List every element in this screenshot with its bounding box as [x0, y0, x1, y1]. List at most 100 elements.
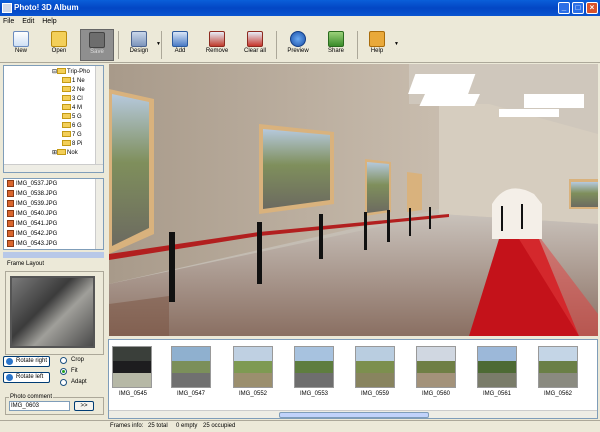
add-button[interactable]: Add — [163, 29, 197, 61]
tree-item[interactable]: ⊞ Nok — [52, 149, 78, 158]
image-file-icon — [7, 209, 14, 217]
toolbar-separator — [276, 31, 277, 59]
thumbnail-label: IMG_0559 — [360, 391, 390, 397]
folder-tree[interactable]: ⊟ Trip-Pho 1 Ne 2 Ne 3 Cl 4 M 5 G 6 G 7 G… — [3, 65, 104, 173]
folder-icon — [62, 104, 71, 111]
menu-edit[interactable]: Edit — [22, 18, 34, 25]
preview-button[interactable]: Preview — [281, 29, 315, 61]
folder-icon — [62, 113, 71, 120]
fit-radio[interactable]: Fit — [60, 367, 78, 376]
thumbnail[interactable] — [538, 346, 578, 388]
frames-info-label: Frames info: — [110, 423, 144, 429]
file-item[interactable]: IMG_0542.JPG — [4, 229, 103, 239]
minimize-button[interactable]: _ — [558, 2, 570, 14]
file-item[interactable]: IMG_0539.JPG — [4, 199, 103, 209]
tree-item[interactable]: 5 G — [62, 113, 82, 122]
toolbar-separator — [357, 31, 358, 59]
thumbnail-image — [539, 347, 577, 387]
menu-help[interactable]: Help — [42, 18, 56, 25]
image-file-icon — [7, 189, 14, 197]
folder-icon — [62, 140, 71, 147]
file-item[interactable]: IMG_0541.JPG — [4, 219, 103, 229]
remove-button[interactable]: Remove — [200, 29, 234, 61]
share-button[interactable]: Share — [319, 29, 353, 61]
app-icon — [2, 3, 12, 13]
save-button[interactable]: Save — [80, 29, 114, 61]
splitter-bar[interactable] — [3, 252, 104, 258]
tree-horizontal-scrollbar[interactable] — [4, 164, 103, 172]
folder-icon — [57, 68, 67, 75]
file-list[interactable]: IMG_0537.JPG IMG_0538.JPG IMG_0539.JPG I… — [3, 178, 104, 250]
file-item[interactable]: IMG_0543.JPG — [4, 239, 103, 249]
file-item[interactable]: IMG_0538.JPG — [4, 189, 103, 199]
frames-total: 25 total — [148, 423, 168, 429]
title-bar: Photo! 3D Album _ □ × — [0, 0, 600, 16]
thumbnail-label: IMG_0553 — [299, 391, 329, 397]
crop-radio[interactable]: Crop — [60, 356, 84, 365]
thumbnail[interactable] — [477, 346, 517, 388]
help-button[interactable]: Help — [360, 29, 394, 61]
thumbnail-image — [172, 347, 210, 387]
new-button[interactable]: New — [4, 29, 38, 61]
design-button[interactable]: Design — [122, 29, 156, 61]
folder-icon — [62, 131, 71, 138]
close-button[interactable]: × — [586, 2, 598, 14]
thumbnail-image — [417, 347, 455, 387]
tree-root[interactable]: ⊟ Trip-Pho — [52, 68, 90, 77]
scrollbar-thumb[interactable] — [279, 412, 429, 418]
apply-comment-button[interactable]: >> — [74, 401, 94, 411]
open-button[interactable]: Open — [42, 29, 76, 61]
thumbnail-strip[interactable]: IMG_0545 IMG_0547 IMG_0552 IMG_0553 IMG_… — [108, 339, 598, 419]
rotate-right-icon — [6, 358, 13, 365]
image-file-icon — [7, 179, 14, 187]
window-title: Photo! 3D Album — [14, 3, 79, 12]
clear-all-button[interactable]: Clear all — [238, 29, 272, 61]
rotate-left-button[interactable]: Rotate left — [3, 372, 50, 383]
maximize-button[interactable]: □ — [572, 2, 584, 14]
help-dropdown-arrow-icon[interactable]: ▼ — [394, 41, 399, 47]
gallery-scene — [109, 64, 598, 336]
file-item[interactable]: IMG_0540.JPG — [4, 209, 103, 219]
folder-icon — [62, 95, 71, 102]
thumbnail[interactable] — [233, 346, 273, 388]
file-item[interactable]: IMG_0537.JPG — [4, 179, 103, 189]
toolbar-separator — [161, 31, 162, 59]
share-package-icon — [328, 31, 344, 47]
clear-all-icon — [247, 31, 263, 47]
menu-file[interactable]: File — [3, 18, 14, 25]
thumbnail-image — [295, 347, 333, 387]
toolbar: New Open Save Design ▼ Add Remove Clear … — [0, 27, 600, 63]
thumbnail[interactable] — [355, 346, 395, 388]
remove-photo-icon — [209, 31, 225, 47]
help-book-icon — [369, 31, 385, 47]
frames-empty: 0 empty — [176, 423, 198, 429]
image-file-icon — [7, 229, 14, 237]
new-document-icon — [13, 31, 29, 47]
folder-icon — [62, 86, 71, 93]
thumbnail-label: IMG_0561 — [482, 391, 512, 397]
add-photo-icon — [172, 31, 188, 47]
tree-vertical-scrollbar[interactable] — [95, 66, 103, 172]
tree-item[interactable]: 1 Ne — [62, 77, 85, 86]
thumbnail[interactable] — [171, 346, 211, 388]
thumbnail[interactable] — [112, 346, 152, 388]
photo-comment-input[interactable]: IMG_0603 — [9, 401, 70, 411]
tree-item[interactable]: 4 M — [62, 104, 82, 113]
thumbnail[interactable] — [294, 346, 334, 388]
tree-item[interactable]: 7 G — [62, 131, 82, 140]
thumbnail-scrollbar[interactable] — [109, 410, 597, 418]
image-file-icon — [7, 219, 14, 227]
thumbnail-label: IMG_0562 — [543, 391, 573, 397]
play-preview-icon — [290, 31, 306, 47]
rotate-right-button[interactable]: Rotate right — [3, 356, 50, 367]
file-list-scrollbar[interactable] — [95, 179, 103, 249]
thumbnail[interactable] — [416, 346, 456, 388]
tree-item[interactable]: 3 Cl — [62, 95, 83, 104]
tree-item[interactable]: 6 G — [62, 122, 82, 131]
gallery-3d-view[interactable] — [109, 64, 598, 336]
thumbnail-label: IMG_0552 — [238, 391, 268, 397]
tree-item[interactable]: 8 Pi — [62, 140, 82, 149]
tree-item[interactable]: 2 Ne — [62, 86, 85, 95]
adapt-radio[interactable]: Adapt — [60, 378, 87, 387]
thumbnail-image — [234, 347, 272, 387]
